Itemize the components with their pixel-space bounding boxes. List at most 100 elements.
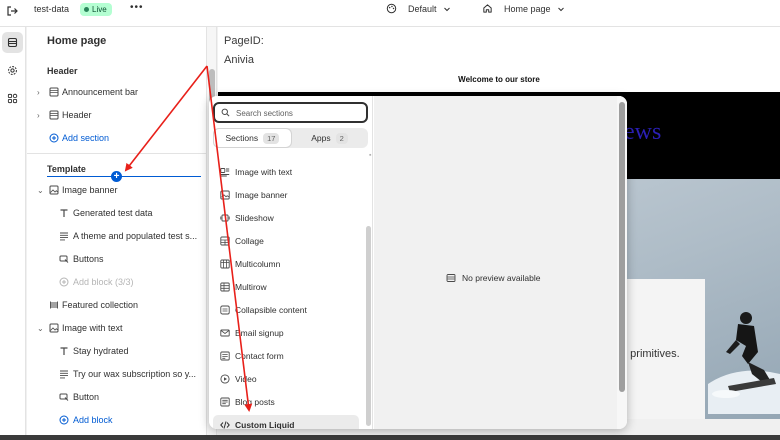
store-name: test-data bbox=[34, 4, 70, 14]
preview-scrollbar[interactable] bbox=[617, 96, 627, 429]
section-option-label: Blog posts bbox=[235, 397, 275, 407]
section-option-label: Image with text bbox=[235, 167, 293, 177]
image-icon bbox=[49, 323, 59, 333]
tab-apps-label: Apps bbox=[311, 133, 331, 143]
sidebar-item-image-with-text[interactable]: ⌄ Image with text bbox=[27, 319, 207, 337]
sidebar-item-label: Image with text bbox=[62, 323, 123, 333]
section-option-email-signup[interactable]: Email signup bbox=[213, 323, 359, 343]
section-option-multicolumn[interactable]: Multicolumn bbox=[213, 254, 359, 274]
section-option-label: Slideshow bbox=[235, 213, 274, 223]
picker-tabs: Sections 17 Apps 2 bbox=[213, 128, 368, 148]
section-preview-panel: No preview available bbox=[374, 96, 627, 429]
text-icon bbox=[59, 346, 69, 356]
section-option-label: Multicolumn bbox=[235, 259, 281, 269]
section-option-video[interactable]: Video bbox=[213, 369, 359, 389]
play-icon bbox=[220, 374, 230, 384]
page-selector[interactable]: Home page bbox=[482, 3, 565, 14]
chevron-right-icon[interactable]: › bbox=[37, 88, 40, 97]
section-option-multirow[interactable]: Multirow bbox=[213, 277, 359, 297]
gear-icon bbox=[8, 66, 17, 75]
search-sections-field[interactable] bbox=[213, 102, 368, 123]
sidebar-item-header[interactable]: › Header bbox=[27, 106, 207, 124]
rail-apps-button[interactable] bbox=[2, 88, 23, 109]
section-option-custom-liquid[interactable]: Custom Liquid bbox=[213, 415, 359, 429]
more-actions-button[interactable]: ••• bbox=[130, 2, 144, 13]
sidebar-item-label: Announcement bar bbox=[62, 87, 139, 97]
image-banner-icon bbox=[220, 190, 230, 200]
preview-page-id-label: PageID: bbox=[224, 35, 264, 47]
add-section-header-button[interactable]: Add section bbox=[27, 129, 207, 147]
paragraph-icon bbox=[59, 231, 69, 241]
chevron-down-icon bbox=[443, 7, 450, 11]
block-buttons[interactable]: Buttons bbox=[27, 250, 207, 268]
status-bar bbox=[0, 435, 780, 440]
announcement-bar-text: Welcome to our store bbox=[458, 75, 540, 84]
section-option-slideshow[interactable]: Slideshow bbox=[213, 208, 359, 228]
image-icon bbox=[49, 185, 59, 195]
add-block-label: Add block (3/3) bbox=[73, 277, 134, 287]
section-option-label: Multirow bbox=[235, 282, 267, 292]
add-block-button[interactable]: Add block bbox=[27, 411, 207, 429]
section-option-collapsible-content[interactable]: Collapsible content bbox=[213, 300, 359, 320]
button-icon bbox=[59, 392, 69, 402]
tab-apps-count: 2 bbox=[335, 132, 348, 144]
plus-circle-icon bbox=[49, 133, 59, 143]
search-icon bbox=[221, 108, 230, 117]
rail-sections-button[interactable] bbox=[2, 32, 23, 53]
section-option-contact-form[interactable]: Contact form bbox=[213, 346, 359, 366]
template-group-label: Template bbox=[47, 164, 86, 174]
tab-sections[interactable]: Sections 17 bbox=[214, 129, 291, 147]
add-section-label: Add section bbox=[62, 133, 110, 143]
section-icon bbox=[49, 87, 59, 97]
email-icon bbox=[220, 328, 230, 338]
search-sections-input[interactable] bbox=[236, 106, 361, 120]
chevron-down-icon[interactable]: ⌄ bbox=[37, 324, 44, 333]
plus-circle-icon bbox=[59, 415, 69, 425]
block-label: Try our wax subscription so y... bbox=[73, 369, 197, 379]
multicolumn-icon bbox=[220, 259, 230, 269]
chevron-right-icon[interactable]: › bbox=[37, 111, 40, 120]
image-with-text-icon bbox=[220, 167, 230, 177]
sidebar-item-image-banner[interactable]: ⌄ Image banner bbox=[27, 181, 207, 199]
tab-apps[interactable]: Apps 2 bbox=[292, 129, 367, 147]
section-option-blog-posts[interactable]: Blog posts bbox=[213, 392, 359, 412]
block-theme-text[interactable]: A theme and populated test s... bbox=[27, 227, 207, 245]
scrollbar-thumb[interactable] bbox=[619, 102, 625, 392]
block-stay-hydrated[interactable]: Stay hydrated bbox=[27, 342, 207, 360]
block-wax-subscription[interactable]: Try our wax subscription so y... bbox=[27, 365, 207, 383]
block-button[interactable]: Button bbox=[27, 388, 207, 406]
section-icon bbox=[49, 110, 59, 120]
section-option-collage[interactable]: Collage bbox=[213, 231, 359, 251]
palette-icon bbox=[386, 3, 397, 14]
theme-selector[interactable]: Default bbox=[386, 3, 451, 14]
apps-icon bbox=[7, 93, 18, 104]
no-preview-label: No preview available bbox=[462, 273, 541, 283]
no-preview-message: No preview available bbox=[446, 273, 540, 283]
section-list-scrollbar[interactable] bbox=[365, 156, 373, 429]
section-option-label: Custom Liquid bbox=[235, 420, 295, 429]
rail-settings-button[interactable] bbox=[2, 60, 23, 81]
chevron-down-icon[interactable]: ⌄ bbox=[37, 186, 44, 195]
slideshow-icon bbox=[220, 213, 230, 223]
sidebar-item-featured-collection[interactable]: Featured collection bbox=[27, 296, 207, 314]
sidebar-item-announcement-bar[interactable]: › Announcement bar bbox=[27, 83, 207, 101]
divider bbox=[27, 153, 207, 154]
section-placeholder-icon bbox=[446, 274, 456, 282]
section-list: Image with text Image banner Slideshow C… bbox=[209, 160, 365, 429]
live-dot-icon bbox=[84, 7, 89, 12]
section-option-label: Email signup bbox=[235, 328, 284, 338]
sidebar-item-label: Header bbox=[62, 110, 92, 120]
sections-icon bbox=[7, 37, 18, 48]
block-generated-test-data[interactable]: Generated test data bbox=[27, 204, 207, 222]
section-option-image-banner[interactable]: Image banner bbox=[213, 185, 359, 205]
preview-body-fragment: e primitives. bbox=[621, 348, 680, 360]
section-list-panel: Sections 17 Apps 2 ▪ Image with text Ima… bbox=[209, 96, 373, 429]
section-option-label: Collage bbox=[235, 236, 264, 246]
section-option-image-with-text[interactable]: Image with text bbox=[213, 162, 359, 182]
multirow-icon bbox=[220, 282, 230, 292]
block-label: Generated test data bbox=[73, 208, 153, 218]
plus-circle-icon bbox=[59, 277, 69, 287]
exit-icon[interactable] bbox=[6, 5, 18, 17]
collapsible-icon bbox=[220, 305, 230, 315]
scrollbar-thumb[interactable] bbox=[366, 226, 371, 426]
